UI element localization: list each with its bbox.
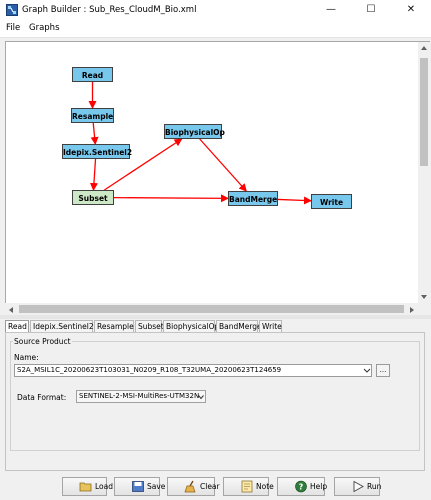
chevron-down-icon[interactable]	[362, 364, 372, 377]
scroll-up-icon[interactable]	[420, 45, 428, 51]
scroll-right-icon[interactable]	[409, 306, 415, 314]
maximize-button[interactable]: ☐	[351, 0, 391, 20]
help-label: Help	[310, 482, 328, 491]
load-button[interactable]: Load	[62, 477, 113, 496]
node-write[interactable]: Write	[311, 194, 352, 209]
clear-label: Clear	[200, 482, 220, 491]
run-label: Run	[367, 482, 382, 491]
svg-text:?: ?	[299, 482, 304, 491]
graph-edges	[88, 82, 312, 205]
save-button[interactable]: Save	[114, 477, 165, 496]
horizontal-scroll-thumb[interactable]	[19, 305, 404, 313]
tab-write[interactable]: Write	[259, 320, 282, 332]
note-label: Note	[256, 482, 274, 491]
vertical-scroll-thumb[interactable]	[420, 58, 428, 166]
name-label: Name:	[14, 353, 39, 362]
broom-icon	[184, 480, 196, 493]
tab-subset[interactable]: Subset	[135, 320, 164, 332]
data-format-label: Data Format:	[17, 393, 67, 402]
help-button[interactable]: ? Help	[277, 477, 328, 496]
edge-resample-to-idepix	[90, 122, 99, 145]
menu-bar: File Graphs	[0, 20, 431, 38]
source-product-title: Source Product	[13, 337, 72, 346]
browse-button[interactable]: ...	[376, 364, 390, 377]
menu-graphs[interactable]: Graphs	[29, 23, 60, 33]
chevron-down-icon[interactable]	[198, 394, 204, 400]
tab-resample[interactable]: Resample	[94, 320, 134, 332]
edge-biophys-to-bandmerge	[199, 138, 247, 192]
graph-canvas[interactable]: Read Resample Idepix.Sentinel2 Subset Bi…	[5, 41, 420, 305]
tab-bandmerge[interactable]: BandMerge	[216, 320, 262, 332]
splitter-handle[interactable]	[0, 315, 431, 319]
node-resample[interactable]: Resample	[71, 108, 114, 123]
note-icon	[241, 480, 253, 493]
note-button[interactable]: Note	[223, 477, 274, 496]
node-idepix-sentinel2[interactable]: Idepix.Sentinel2	[62, 144, 132, 159]
save-icon	[132, 481, 144, 492]
help-icon: ?	[295, 480, 307, 493]
data-format-select[interactable]: SENTINEL-2-MSI-MultiRes-UTM32N	[76, 390, 206, 403]
save-label: Save	[147, 482, 166, 491]
window-title: Graph Builder : Sub_Res_CloudM_Bio.xml	[22, 5, 197, 15]
tab-biophysicalop[interactable]: BiophysicalOp	[163, 320, 219, 332]
folder-open-icon	[79, 482, 92, 492]
edge-idepix-to-subset	[89, 158, 98, 191]
load-label: Load	[95, 482, 113, 491]
node-bandmerge[interactable]: BandMerge	[228, 191, 278, 206]
source-product-group	[10, 341, 420, 451]
minimize-button[interactable]: —	[311, 0, 351, 20]
scroll-corner	[418, 303, 430, 315]
vertical-scrollbar[interactable]	[418, 41, 430, 305]
edge-bandmerge-to-write	[277, 196, 312, 205]
run-button[interactable]: Run	[334, 477, 382, 496]
menu-file[interactable]: File	[6, 23, 20, 33]
horizontal-scrollbar[interactable]	[5, 303, 418, 315]
tab-idepix-sentinel2[interactable]: Idepix.Sentinel2	[30, 320, 94, 332]
edge-subset-to-bandmerge	[113, 194, 229, 203]
node-biophysicalop[interactable]: BiophysicalOp	[164, 124, 225, 139]
node-subset[interactable]: Subset	[72, 190, 114, 205]
node-read[interactable]: Read	[72, 67, 113, 82]
source-product-select[interactable]: S2A_MSIL1C_20200623T103031_N0209_R108_T3…	[14, 364, 372, 377]
scroll-down-icon[interactable]	[420, 294, 428, 300]
scroll-left-icon[interactable]	[8, 306, 14, 314]
clear-button[interactable]: Clear	[167, 477, 220, 496]
app-icon	[6, 4, 18, 16]
close-button[interactable]: ✕	[391, 0, 431, 20]
title-bar: Graph Builder : Sub_Res_CloudM_Bio.xml —…	[0, 0, 431, 20]
play-icon	[353, 480, 364, 493]
